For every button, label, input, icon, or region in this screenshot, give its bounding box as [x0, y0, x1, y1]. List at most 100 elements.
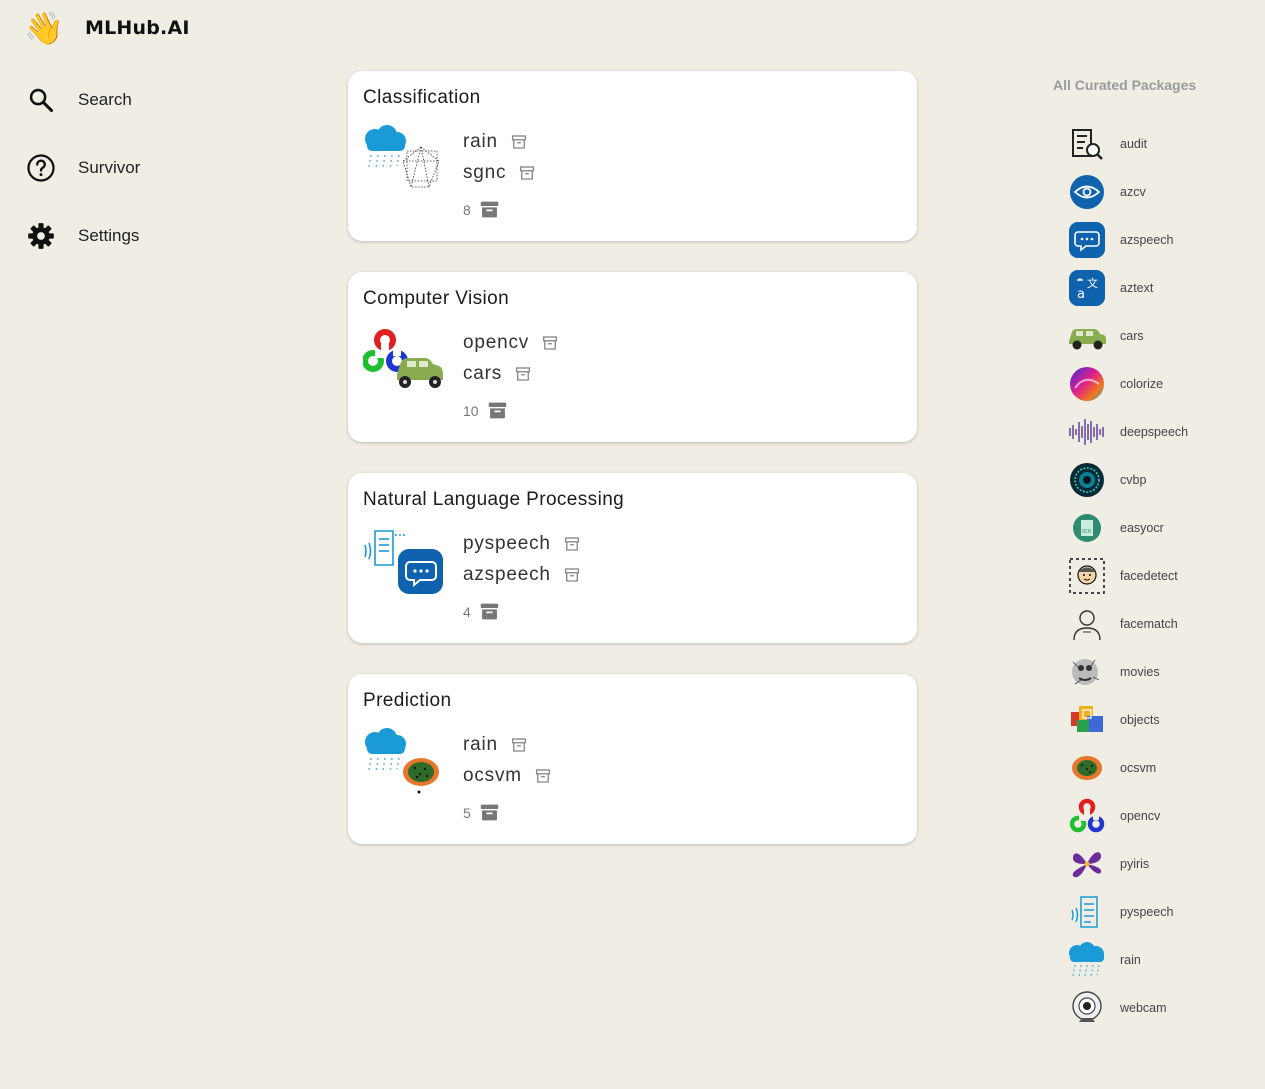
curated-item-azcv[interactable]: azcv — [1053, 168, 1253, 216]
archive-outline-icon[interactable] — [563, 566, 581, 584]
curated-item-colorize[interactable]: colorize — [1053, 360, 1253, 408]
soundwave-icon — [1068, 413, 1106, 451]
nav-item-survivor[interactable]: Survivor — [26, 134, 140, 202]
curated-item-facematch[interactable]: facematch — [1053, 600, 1253, 648]
package-name[interactable]: sgnc — [463, 162, 506, 184]
category-card-nlp[interactable]: Natural Language Processing pyspeech azs… — [348, 473, 917, 643]
nav-item-search[interactable]: Search — [26, 66, 140, 134]
archive-filled-icon — [479, 601, 500, 622]
package-row[interactable]: azspeech — [463, 559, 581, 590]
app-logo[interactable]: 👋 MLHub.AI — [24, 8, 190, 48]
curated-panel-title: All Curated Packages — [1053, 77, 1197, 93]
search-icon — [26, 85, 56, 115]
package-count[interactable]: 5 — [463, 802, 552, 823]
gear-icon — [26, 221, 56, 251]
archive-outline-icon[interactable] — [541, 334, 559, 352]
curated-item-azspeech[interactable]: azspeech — [1053, 216, 1253, 264]
archive-filled-icon — [479, 199, 500, 220]
curated-item-ocsvm[interactable]: ocsvm — [1053, 744, 1253, 792]
objects-icon — [1068, 701, 1106, 739]
curated-item-rain[interactable]: rain — [1053, 936, 1253, 984]
curated-item-label: easyocr — [1120, 521, 1164, 535]
package-name[interactable]: azspeech — [463, 564, 551, 586]
curated-item-opencv[interactable]: opencv — [1053, 792, 1253, 840]
archive-outline-icon[interactable] — [563, 535, 581, 553]
card-title: Prediction — [363, 690, 452, 711]
curated-item-label: azcv — [1120, 185, 1146, 199]
nav-label-survivor: Survivor — [78, 158, 141, 177]
curated-item-deepspeech[interactable]: deepspeech — [1053, 408, 1253, 456]
sidebar-nav: Search Survivor Settings — [26, 66, 140, 270]
svg-text:OCR: OCR — [1082, 529, 1092, 535]
package-name[interactable]: pyspeech — [463, 533, 551, 555]
curated-item-objects[interactable]: objects — [1053, 696, 1253, 744]
category-card-prediction[interactable]: Prediction rain ocsvm 5 — [348, 674, 917, 844]
audit-icon — [1068, 125, 1106, 163]
curated-item-webcam[interactable]: webcam — [1053, 984, 1253, 1032]
package-name[interactable]: rain — [463, 131, 498, 153]
category-card-computer-vision[interactable]: Computer Vision opencv cars 10 — [348, 272, 917, 442]
archive-filled-icon — [479, 802, 500, 823]
curated-item-label: objects — [1120, 713, 1160, 727]
package-row[interactable]: opencv — [463, 327, 559, 358]
ocr-icon: OCR — [1068, 509, 1106, 547]
package-name[interactable]: cars — [463, 363, 502, 385]
package-name[interactable]: opencv — [463, 332, 529, 354]
package-count[interactable]: 10 — [463, 400, 559, 421]
card-title: Classification — [363, 87, 481, 108]
curated-item-cvbp[interactable]: cvbp — [1053, 456, 1253, 504]
card-title: Natural Language Processing — [363, 489, 625, 510]
curated-item-label: pyspeech — [1120, 905, 1174, 919]
pyspeech-azspeech-image — [364, 530, 443, 594]
category-cards: Classification rain sgnc 8 Computer Visi… — [348, 71, 917, 875]
count-value: 4 — [463, 603, 471, 620]
rain-cloud-icon — [1068, 941, 1106, 979]
curated-item-label: deepspeech — [1120, 425, 1189, 439]
curated-packages-panel: All Curated Packages audit azcv azspeech… — [1053, 74, 1253, 1032]
rain-sgnc-image — [365, 125, 440, 188]
opencv-icon — [1068, 797, 1106, 835]
package-name[interactable]: rain — [463, 734, 498, 756]
card-title: Computer Vision — [363, 288, 510, 309]
chat-bubble-icon — [1068, 221, 1106, 259]
package-row[interactable]: cars — [463, 358, 559, 389]
archive-outline-icon[interactable] — [514, 365, 532, 383]
curated-item-easyocr[interactable]: OCR easyocr — [1053, 504, 1253, 552]
package-row[interactable]: pyspeech — [463, 528, 581, 559]
package-count[interactable]: 4 — [463, 601, 581, 622]
curated-item-pyspeech[interactable]: pyspeech — [1053, 888, 1253, 936]
curated-item-pyiris[interactable]: pyiris — [1053, 840, 1253, 888]
archive-outline-icon[interactable] — [534, 767, 552, 785]
curated-item-movies[interactable]: movies — [1053, 648, 1253, 696]
archive-outline-icon[interactable] — [510, 736, 528, 754]
category-card-classification[interactable]: Classification rain sgnc 8 — [348, 71, 917, 241]
archive-outline-icon[interactable] — [518, 164, 536, 182]
eye-icon — [1068, 173, 1106, 211]
package-row[interactable]: ocsvm — [463, 760, 552, 791]
curated-item-label: audit — [1120, 137, 1148, 151]
colorize-icon — [1068, 365, 1106, 403]
curated-item-cars[interactable]: cars — [1053, 312, 1253, 360]
package-name[interactable]: ocsvm — [463, 765, 522, 787]
iris-flower-icon — [1068, 845, 1106, 883]
curated-item-label: cars — [1120, 329, 1144, 343]
curated-item-audit[interactable]: audit — [1053, 120, 1253, 168]
translate-icon: a文 — [1068, 269, 1106, 307]
nav-item-settings[interactable]: Settings — [26, 202, 140, 270]
package-count[interactable]: 8 — [463, 199, 536, 220]
help-circle-icon — [26, 153, 56, 183]
package-row[interactable]: sgnc — [463, 157, 536, 188]
curated-item-label: ocsvm — [1120, 761, 1157, 775]
curated-item-facedetect[interactable]: facedetect — [1053, 552, 1253, 600]
count-value: 8 — [463, 201, 471, 218]
package-row[interactable]: rain — [463, 729, 552, 760]
car-icon — [1068, 317, 1106, 355]
curated-item-aztext[interactable]: a文 aztext — [1053, 264, 1253, 312]
face-detect-icon — [1068, 557, 1106, 595]
nav-label-settings: Settings — [78, 226, 140, 245]
ocsvm-icon — [1068, 749, 1106, 787]
curated-item-label: movies — [1120, 665, 1160, 679]
count-value: 5 — [463, 804, 471, 821]
archive-outline-icon[interactable] — [510, 133, 528, 151]
package-row[interactable]: rain — [463, 126, 536, 157]
